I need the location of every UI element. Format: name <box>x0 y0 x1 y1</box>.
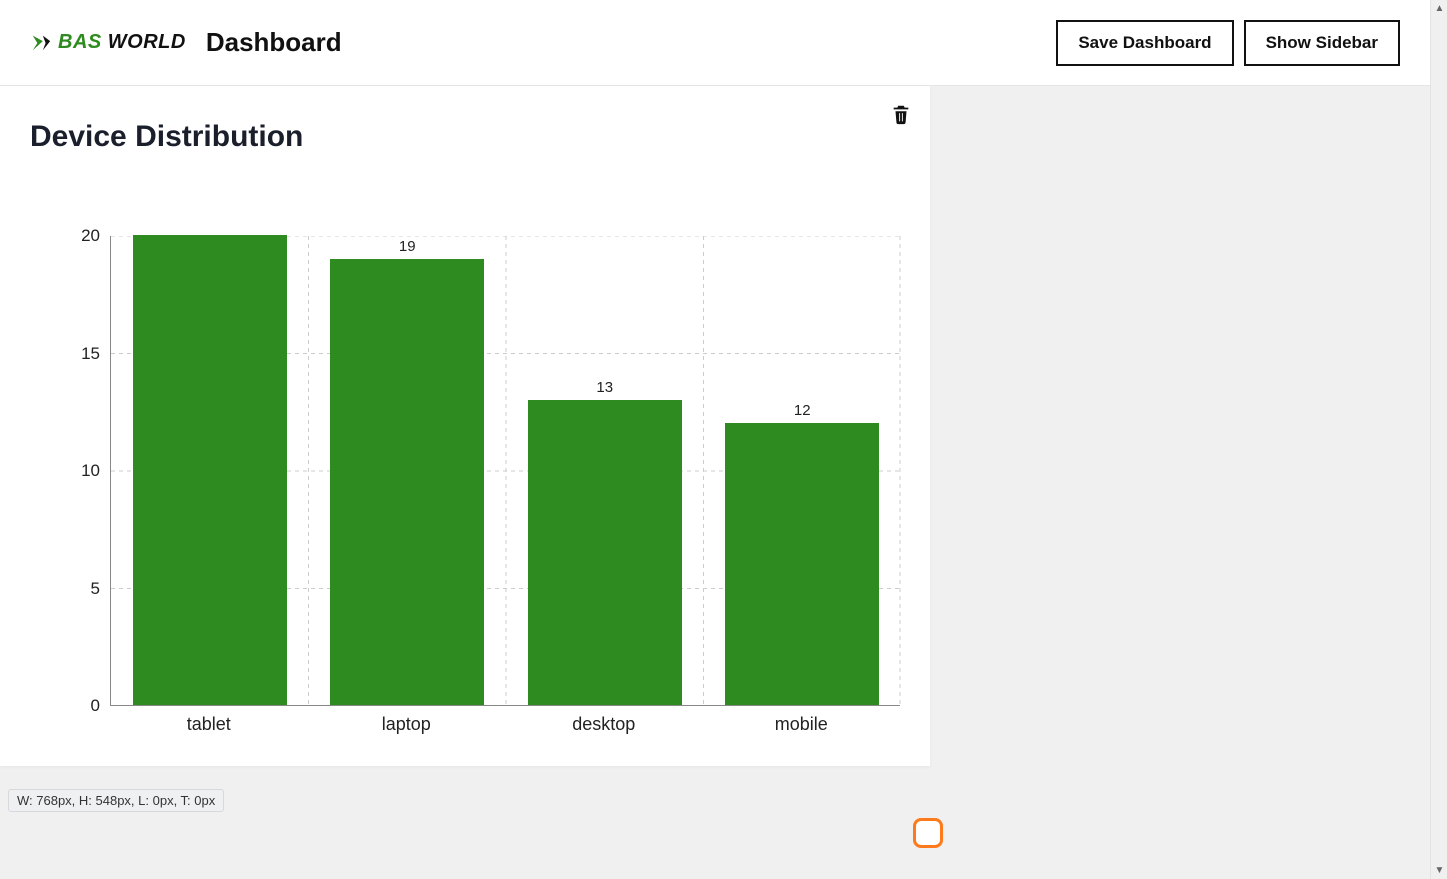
brand-logo-text: BAS WORLD <box>58 31 186 54</box>
brand-text-bas: BAS <box>58 31 102 53</box>
chart-bar: 13 <box>528 400 682 706</box>
vertical-scrollbar[interactable]: ▲ ▼ <box>1430 0 1447 879</box>
chart-bar <box>133 235 287 705</box>
y-axis-tick-label: 5 <box>60 579 100 599</box>
card-title: Device Distribution <box>30 120 303 154</box>
brand-logo-icon <box>30 32 52 54</box>
show-sidebar-button[interactable]: Show Sidebar <box>1244 20 1400 66</box>
chart-bar-value-label: 19 <box>399 238 416 255</box>
x-axis-tick-label: tablet <box>187 714 231 735</box>
card-resize-handle[interactable] <box>913 818 943 848</box>
scroll-up-arrow-icon[interactable]: ▲ <box>1431 0 1447 17</box>
brand-logo: BAS WORLD <box>30 31 186 54</box>
y-axis-tick-label: 20 <box>60 226 100 246</box>
chart-bar-value-label: 13 <box>596 379 613 396</box>
chart-plot-area: 191312 <box>110 236 900 706</box>
scroll-down-arrow-icon[interactable]: ▼ <box>1431 862 1447 879</box>
y-axis-tick-label: 10 <box>60 461 100 481</box>
x-axis-tick-label: mobile <box>775 714 828 735</box>
bar-chart: 05101520 191312 tabletlaptopdesktopmobil… <box>110 236 900 706</box>
x-axis-tick-label: laptop <box>382 714 431 735</box>
delete-card-button[interactable] <box>890 102 912 126</box>
brand-text-world: WORLD <box>102 31 186 53</box>
app-header: BAS WORLD Dashboard Save Dashboard Show … <box>0 0 1430 86</box>
x-axis-tick-label: desktop <box>572 714 635 735</box>
y-axis-tick-label: 0 <box>60 696 100 716</box>
trash-icon <box>890 102 912 126</box>
card-dimensions-badge: W: 768px, H: 548px, L: 0px, T: 0px <box>8 789 224 812</box>
chart-bar: 19 <box>330 259 484 706</box>
chart-bar: 12 <box>725 423 879 705</box>
page-title: Dashboard <box>206 27 342 58</box>
content-area: Device Distribution 05101520 191312 tabl… <box>0 86 1430 766</box>
chart-bar-value-label: 12 <box>794 402 811 419</box>
save-dashboard-button[interactable]: Save Dashboard <box>1056 20 1233 66</box>
y-axis-tick-label: 15 <box>60 344 100 364</box>
chart-card: Device Distribution 05101520 191312 tabl… <box>0 86 930 766</box>
